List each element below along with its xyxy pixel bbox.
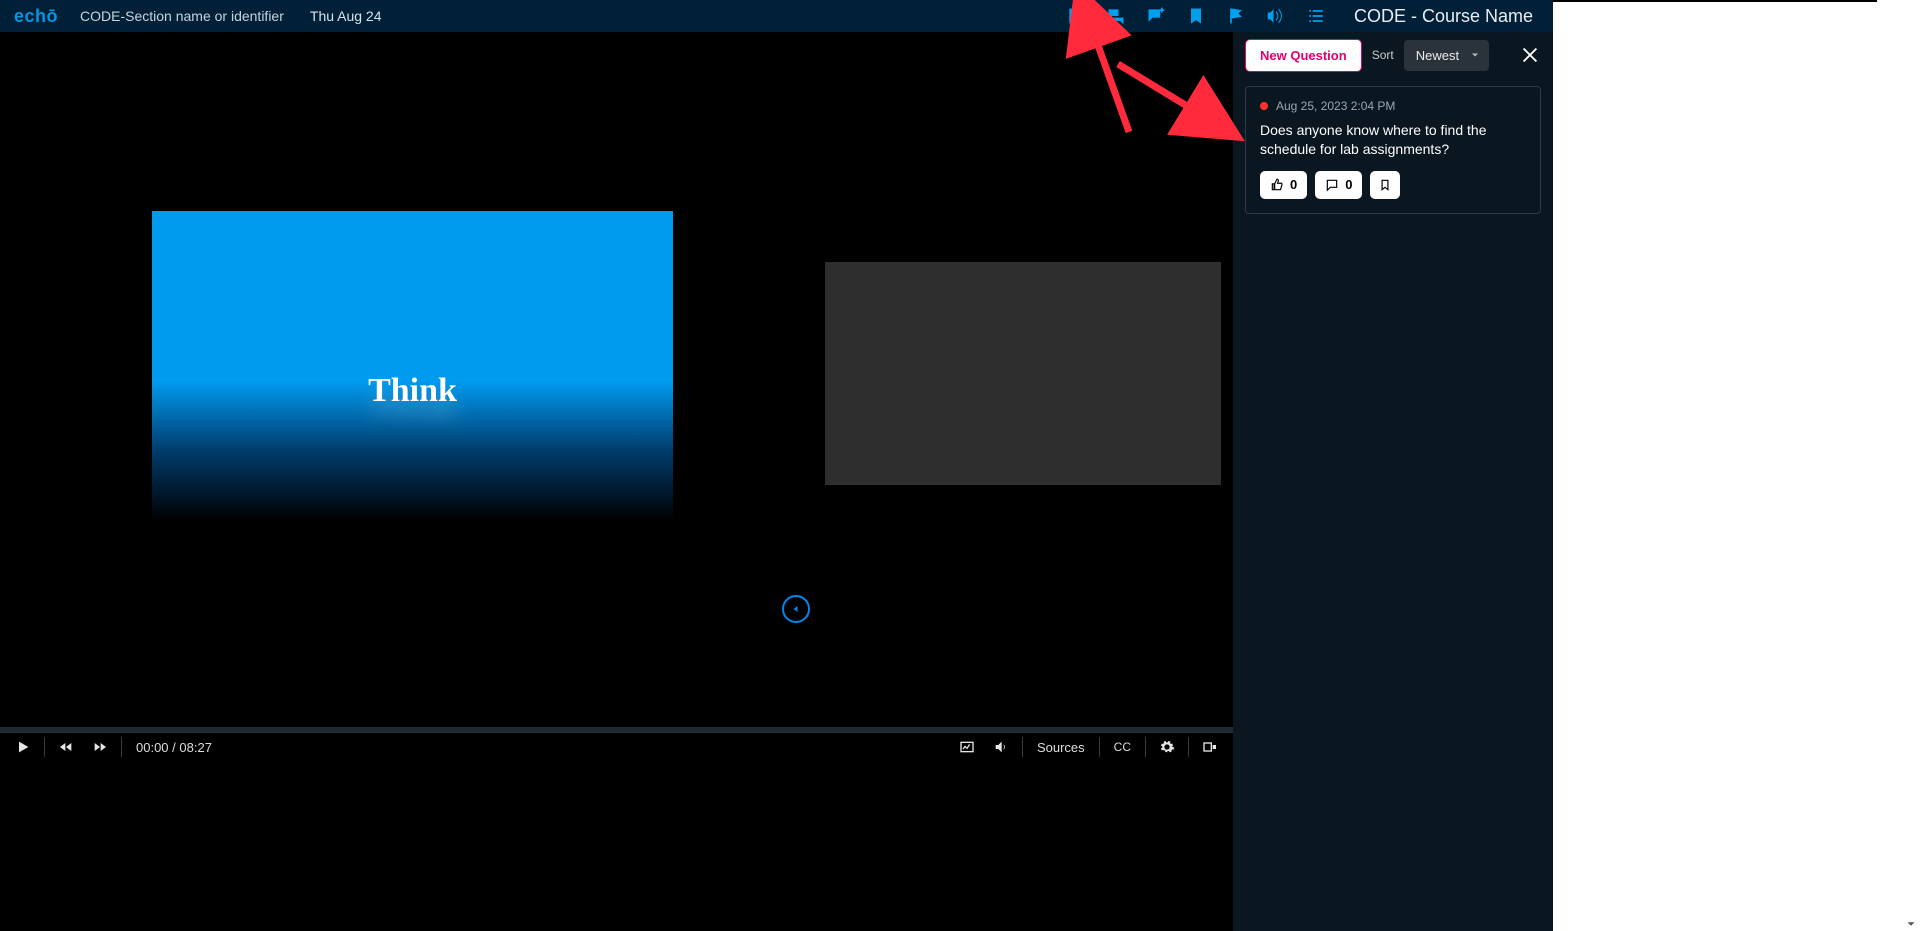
thumbs-up-icon xyxy=(1270,178,1284,192)
dropdown-caret-icon[interactable] xyxy=(1904,917,1918,931)
discussion-panel-header: New Question Sort Newest xyxy=(1233,32,1553,78)
reply-button[interactable]: 0 xyxy=(1315,171,1362,199)
layout-icon[interactable] xyxy=(1193,733,1227,761)
analytics-icon[interactable] xyxy=(950,733,984,761)
bookmark-question-button[interactable] xyxy=(1370,171,1400,199)
echo-logo[interactable]: echō xyxy=(14,6,58,27)
new-question-button[interactable]: New Question xyxy=(1245,39,1362,72)
sort-label: Sort xyxy=(1372,48,1394,62)
forward-button[interactable] xyxy=(83,733,117,761)
course-name[interactable]: CODE - Course Name xyxy=(1354,6,1533,27)
unread-dot-icon xyxy=(1260,102,1268,110)
cc-button[interactable]: CC xyxy=(1104,740,1141,754)
secondary-video-feed[interactable] xyxy=(825,262,1221,485)
reply-count: 0 xyxy=(1345,177,1352,192)
question-timestamp: Aug 25, 2023 2:04 PM xyxy=(1276,99,1395,113)
volume-icon[interactable] xyxy=(984,733,1018,761)
time-display: 00:00 / 08:27 xyxy=(136,740,212,755)
transcript-list-icon[interactable] xyxy=(1296,0,1336,32)
new-post-icon[interactable] xyxy=(1136,0,1176,32)
lecture-date[interactable]: Thu Aug 24 xyxy=(310,8,382,24)
question-text: Does anyone know where to find the sched… xyxy=(1260,121,1526,159)
question-card[interactable]: Aug 25, 2023 2:04 PM Does anyone know wh… xyxy=(1245,86,1541,214)
discussions-icon[interactable] xyxy=(1096,0,1136,32)
question-meta: Aug 25, 2023 2:04 PM xyxy=(1260,99,1526,113)
sort-dropdown[interactable]: Newest xyxy=(1404,40,1489,71)
rewind-button[interactable] xyxy=(49,733,83,761)
external-frame xyxy=(1553,2,1920,931)
video-stage: Think xyxy=(0,33,1233,727)
top-header: echō CODE-Section name or identifier Thu… xyxy=(0,0,1553,32)
sources-button[interactable]: Sources xyxy=(1027,740,1095,755)
close-panel-button[interactable] xyxy=(1519,44,1541,66)
bookmark-outline-icon xyxy=(1378,178,1392,192)
discussion-panel: New Question Sort Newest Aug 25, 2023 2:… xyxy=(1233,32,1553,931)
bookmark-icon[interactable] xyxy=(1176,0,1216,32)
like-count: 0 xyxy=(1290,177,1297,192)
like-button[interactable]: 0 xyxy=(1260,171,1307,199)
primary-video-feed[interactable]: Think xyxy=(152,211,673,521)
notes-icon[interactable] xyxy=(1056,0,1096,32)
swap-sources-button[interactable] xyxy=(782,595,810,623)
section-name[interactable]: CODE-Section name or identifier xyxy=(80,8,284,24)
question-actions: 0 0 xyxy=(1260,171,1526,199)
audio-description-icon[interactable] xyxy=(1256,0,1296,32)
play-button[interactable] xyxy=(6,733,40,761)
sort-value: Newest xyxy=(1404,40,1489,71)
flag-icon[interactable] xyxy=(1216,0,1256,32)
settings-gear-icon[interactable] xyxy=(1150,733,1184,761)
comment-icon xyxy=(1325,178,1339,192)
slide-text: Think xyxy=(368,372,457,410)
player-controls: 00:00 / 08:27 Sources CC xyxy=(0,733,1233,761)
